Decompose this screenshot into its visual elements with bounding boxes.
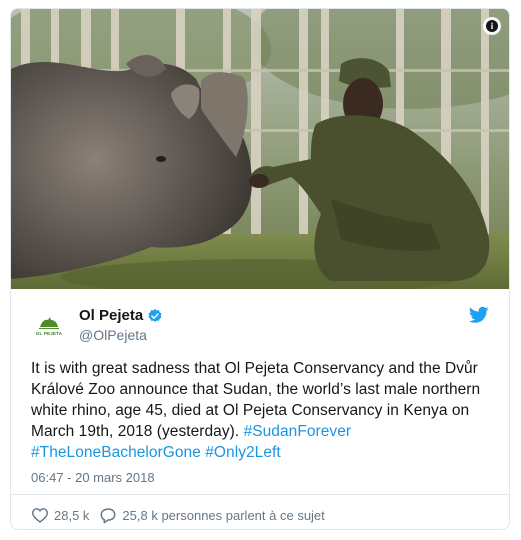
tweet-card[interactable]: i OL PEJETA Ol Pejeta @OlPejeta It is wi… <box>10 8 510 530</box>
tweet-text: It is with great sadness that Ol Pejeta … <box>31 358 489 463</box>
tweet-timestamp[interactable]: 06:47 - 20 mars 2018 <box>31 469 489 487</box>
user-handle[interactable]: @OlPejeta <box>79 326 163 344</box>
tweet-actions: 28,5 k 25,8 k personnes parlent à ce suj… <box>31 495 489 529</box>
conversation-action[interactable]: 25,8 k personnes parlent à ce sujet <box>99 507 325 524</box>
hashtag-thelonebachelorgone[interactable]: #TheLoneBachelorGone <box>31 444 201 461</box>
logo-text: OL PEJETA <box>35 330 63 336</box>
display-name-text: Ol Pejeta <box>79 307 144 324</box>
display-name[interactable]: Ol Pejeta <box>79 306 163 326</box>
heart-icon <box>31 508 49 523</box>
hashtag-only2left[interactable]: #Only2Left <box>205 444 280 461</box>
info-icon: i <box>486 20 498 32</box>
avatar[interactable]: OL PEJETA <box>31 306 67 342</box>
like-count: 28,5 k <box>54 507 90 523</box>
rhino-ranger-photo <box>11 9 509 289</box>
tweet-photo[interactable]: i <box>11 9 509 289</box>
hashtag-sudanforever[interactable]: #SudanForever <box>244 423 352 440</box>
ol-pejeta-logo-icon <box>39 316 59 329</box>
twitter-bird-icon[interactable] <box>469 306 489 324</box>
info-button[interactable]: i <box>483 17 501 35</box>
tweet-header: OL PEJETA Ol Pejeta @OlPejeta <box>31 304 489 350</box>
comment-icon <box>100 507 116 523</box>
like-action[interactable]: 28,5 k <box>31 507 89 523</box>
verified-badge-icon <box>148 309 162 322</box>
talking-count: 25,8 k personnes parlent à ce sujet <box>122 507 325 523</box>
